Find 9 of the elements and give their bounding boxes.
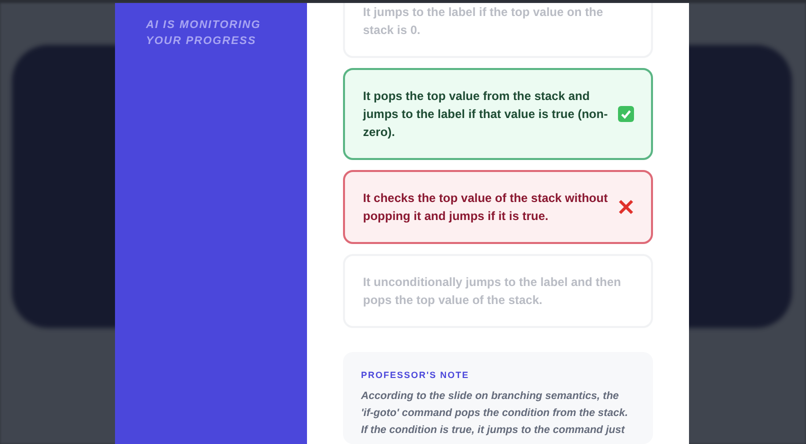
note-text: 'if-goto' command pops the condition from the stack.: [361, 406, 629, 421]
note-text: If the condition is true, it jumps to the command just: [361, 423, 626, 438]
cross-icon: [618, 199, 634, 215]
monitoring-status: AI IS MONITORING YOUR PROGRESS: [146, 18, 262, 49]
note-text: According to the slide on branching semantics, the: [361, 389, 620, 404]
answer-option[interactable]: It pops the top value from the stack and jumps to the label if that value is true (non-zero).: [343, 68, 653, 160]
note-title: PROFESSOR'S NOTE: [361, 370, 470, 380]
answer-option[interactable]: It checks the top value of the stack without popping it and jumps if it is true.: [343, 170, 653, 244]
checkmark-icon: [618, 106, 634, 122]
